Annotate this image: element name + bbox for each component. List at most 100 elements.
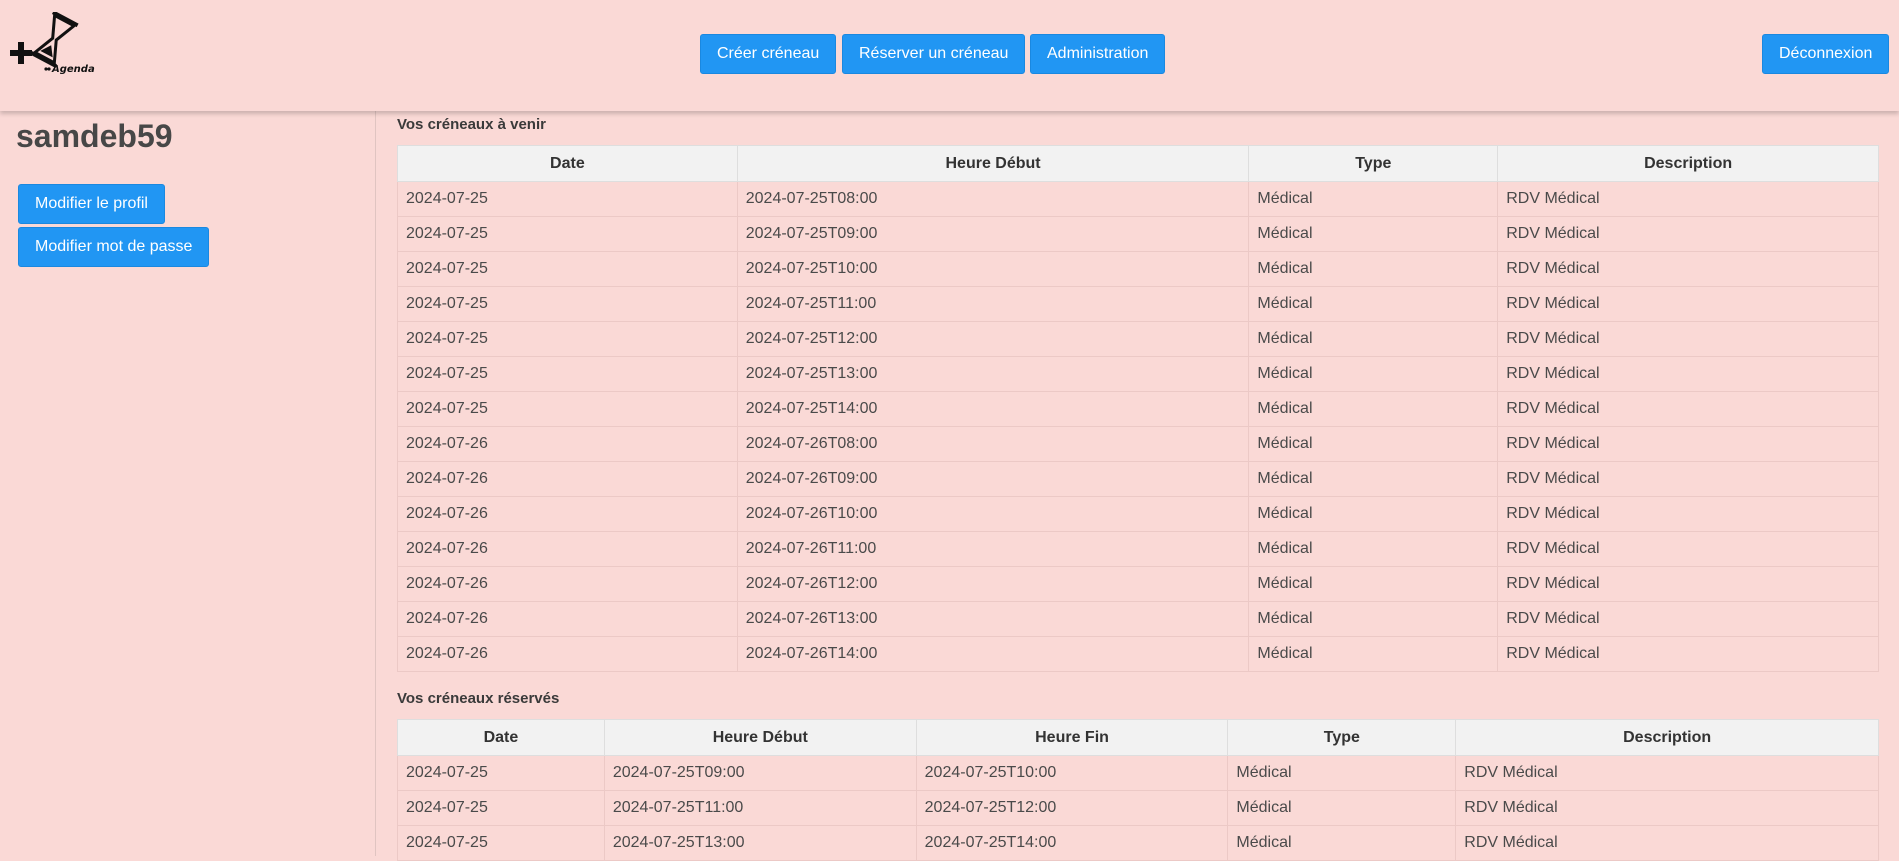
table-cell: RDV Médical	[1497, 321, 1879, 357]
table-row: 2024-07-25 2024-07-25T08:00 Médical RDV Méd…	[397, 181, 1879, 217]
table-cell: Médical	[1248, 216, 1499, 252]
table-cell: 2024-07-26	[397, 496, 738, 532]
table-cell: Médical	[1248, 286, 1499, 322]
table-row: 2024-07-25 2024-07-25T11:00 Médical RDV Méd…	[397, 286, 1879, 322]
table-cell: 2024-07-26	[397, 636, 738, 672]
table-cell: Médical	[1248, 356, 1499, 392]
table-cell: RDV Médical	[1497, 636, 1879, 672]
table-row: 2024-07-26 2024-07-26T13:00 Médical RDV Méd…	[397, 601, 1879, 637]
table-cell: 2024-07-25T10:00	[915, 755, 1229, 791]
table-row: 2024-07-26 2024-07-26T10:00 Médical RDV Méd…	[397, 496, 1879, 532]
table-cell: Médical	[1227, 825, 1457, 861]
table-cell: RDV Médical	[1497, 216, 1879, 252]
table-cell: 2024-07-26	[397, 531, 738, 567]
table-cell: 2024-07-25T12:00	[915, 790, 1229, 826]
table-cell: Médical	[1248, 426, 1499, 462]
administration-button[interactable]: Administration	[1030, 34, 1166, 74]
table-cell: RDV Médical	[1497, 181, 1879, 217]
book-slot-button[interactable]: Réserver un créneau	[842, 34, 1026, 74]
table-cell: RDV Médical	[1497, 391, 1879, 427]
table-cell: RDV Médical	[1497, 286, 1879, 322]
table-cell: Médical	[1248, 461, 1499, 497]
table-cell: RDV Médical	[1497, 531, 1879, 567]
table-row: 2024-07-26 2024-07-26T09:00 Médical RDV Méd…	[397, 461, 1879, 497]
reserved-slots-title: Vos créneaux réservés	[397, 690, 560, 707]
create-slot-button[interactable]: Créer créneau	[700, 34, 837, 74]
table-cell: 2024-07-25	[397, 251, 738, 287]
table-row: 2024-07-26 2024-07-26T14:00 Médical RDV Méd…	[397, 636, 1879, 672]
table-cell: 2024-07-25	[397, 181, 738, 217]
edit-profile-button[interactable]: Modifier le profil	[18, 184, 165, 224]
table-cell: 2024-07-25	[397, 286, 738, 322]
column-header-type: Type	[1248, 145, 1499, 182]
upcoming-slots-title: Vos créneaux à venir	[397, 116, 546, 133]
table-cell: 2024-07-25	[397, 321, 738, 357]
table-cell: 2024-07-26	[397, 601, 738, 637]
table-row: 2024-07-26 2024-07-26T08:00 Médical RDV Méd…	[397, 426, 1879, 462]
table-row: 2024-07-26 2024-07-26T12:00 Médical RDV Méd…	[397, 566, 1879, 602]
table-cell: RDV Médical	[1455, 825, 1879, 861]
table-cell: Médical	[1248, 391, 1499, 427]
table-cell: Médical	[1248, 601, 1499, 637]
table-cell: 2024-07-26T14:00	[736, 636, 1250, 672]
table-cell: 2024-07-25	[397, 790, 605, 826]
logo-text: Agenda	[51, 64, 95, 75]
table-cell: 2024-07-25	[397, 216, 738, 252]
table-cell: 2024-07-25T09:00	[736, 216, 1250, 252]
table-cell: 2024-07-25T13:00	[603, 825, 917, 861]
table-cell: 2024-07-26	[397, 461, 738, 497]
table-cell: 2024-07-25T10:00	[736, 251, 1250, 287]
table-cell: RDV Médical	[1497, 251, 1879, 287]
table-cell: RDV Médical	[1455, 755, 1879, 791]
table-cell: 2024-07-25T11:00	[736, 286, 1250, 322]
agenda-logo[interactable]: Agenda	[8, 12, 100, 78]
table-cell: 2024-07-25	[397, 825, 605, 861]
column-header-description: Description	[1455, 719, 1879, 756]
table-cell: 2024-07-25T11:00	[603, 790, 917, 826]
logout-button[interactable]: Déconnexion	[1762, 34, 1890, 74]
column-header-start-time: Heure Début	[736, 145, 1250, 182]
table-cell: 2024-07-26T08:00	[736, 426, 1250, 462]
table-row: 2024-07-25 2024-07-25T09:00 Médical RDV Méd…	[397, 216, 1879, 252]
column-header-type: Type	[1227, 719, 1457, 756]
edit-password-button[interactable]: Modifier mot de passe	[18, 227, 210, 267]
table-cell: RDV Médical	[1497, 426, 1879, 462]
reserved-slots-table: Date Heure Début Heure Fin Type Descript…	[397, 719, 1879, 861]
table-cell: 2024-07-26T12:00	[736, 566, 1250, 602]
table-cell: 2024-07-26	[397, 426, 738, 462]
table-row: 2024-07-25 2024-07-25T13:00 2024-07-25T14:…	[397, 825, 1879, 861]
table-header-row: Date Heure Début Heure Fin Type Descript…	[397, 719, 1879, 756]
table-cell: Médical	[1248, 496, 1499, 532]
table-cell: 2024-07-26	[397, 566, 738, 602]
table-cell: 2024-07-25T13:00	[736, 356, 1250, 392]
table-cell: 2024-07-26T13:00	[736, 601, 1250, 637]
upcoming-slots-table: Date Heure Début Type Description 2024-0…	[397, 145, 1879, 672]
table-row: 2024-07-25 2024-07-25T12:00 Médical RDV Méd…	[397, 321, 1879, 357]
table-cell: 2024-07-25T12:00	[736, 321, 1250, 357]
table-cell: Médical	[1248, 531, 1499, 567]
table-header-row: Date Heure Début Type Description	[397, 145, 1879, 182]
table-cell: Médical	[1248, 636, 1499, 672]
table-cell: Médical	[1227, 755, 1457, 791]
table-cell: RDV Médical	[1455, 790, 1879, 826]
table-row: 2024-07-25 2024-07-25T10:00 Médical RDV Méd…	[397, 251, 1879, 287]
table-row: 2024-07-25 2024-07-25T11:00 2024-07-25T12:…	[397, 790, 1879, 826]
table-cell: Médical	[1248, 251, 1499, 287]
column-header-start-time: Heure Début	[603, 719, 917, 756]
table-cell: 2024-07-25T08:00	[736, 181, 1250, 217]
table-cell: Médical	[1248, 321, 1499, 357]
column-header-end-time: Heure Fin	[915, 719, 1229, 756]
table-row: 2024-07-25 2024-07-25T13:00 Médical RDV Méd…	[397, 356, 1879, 392]
table-cell: 2024-07-25T14:00	[915, 825, 1229, 861]
table-cell: 2024-07-25	[397, 356, 738, 392]
top-navbar: Agenda Créer créneau Réserver un créneau…	[0, 0, 1899, 111]
table-cell: 2024-07-26T09:00	[736, 461, 1250, 497]
table-cell: 2024-07-25	[397, 755, 605, 791]
username-heading: samdeb59	[16, 118, 173, 154]
table-row: 2024-07-25 2024-07-25T14:00 Médical RDV Méd…	[397, 391, 1879, 427]
table-cell: RDV Médical	[1497, 566, 1879, 602]
column-header-date: Date	[397, 145, 738, 182]
table-cell: 2024-07-25T14:00	[736, 391, 1250, 427]
table-cell: 2024-07-26T11:00	[736, 531, 1250, 567]
column-header-date: Date	[397, 719, 605, 756]
